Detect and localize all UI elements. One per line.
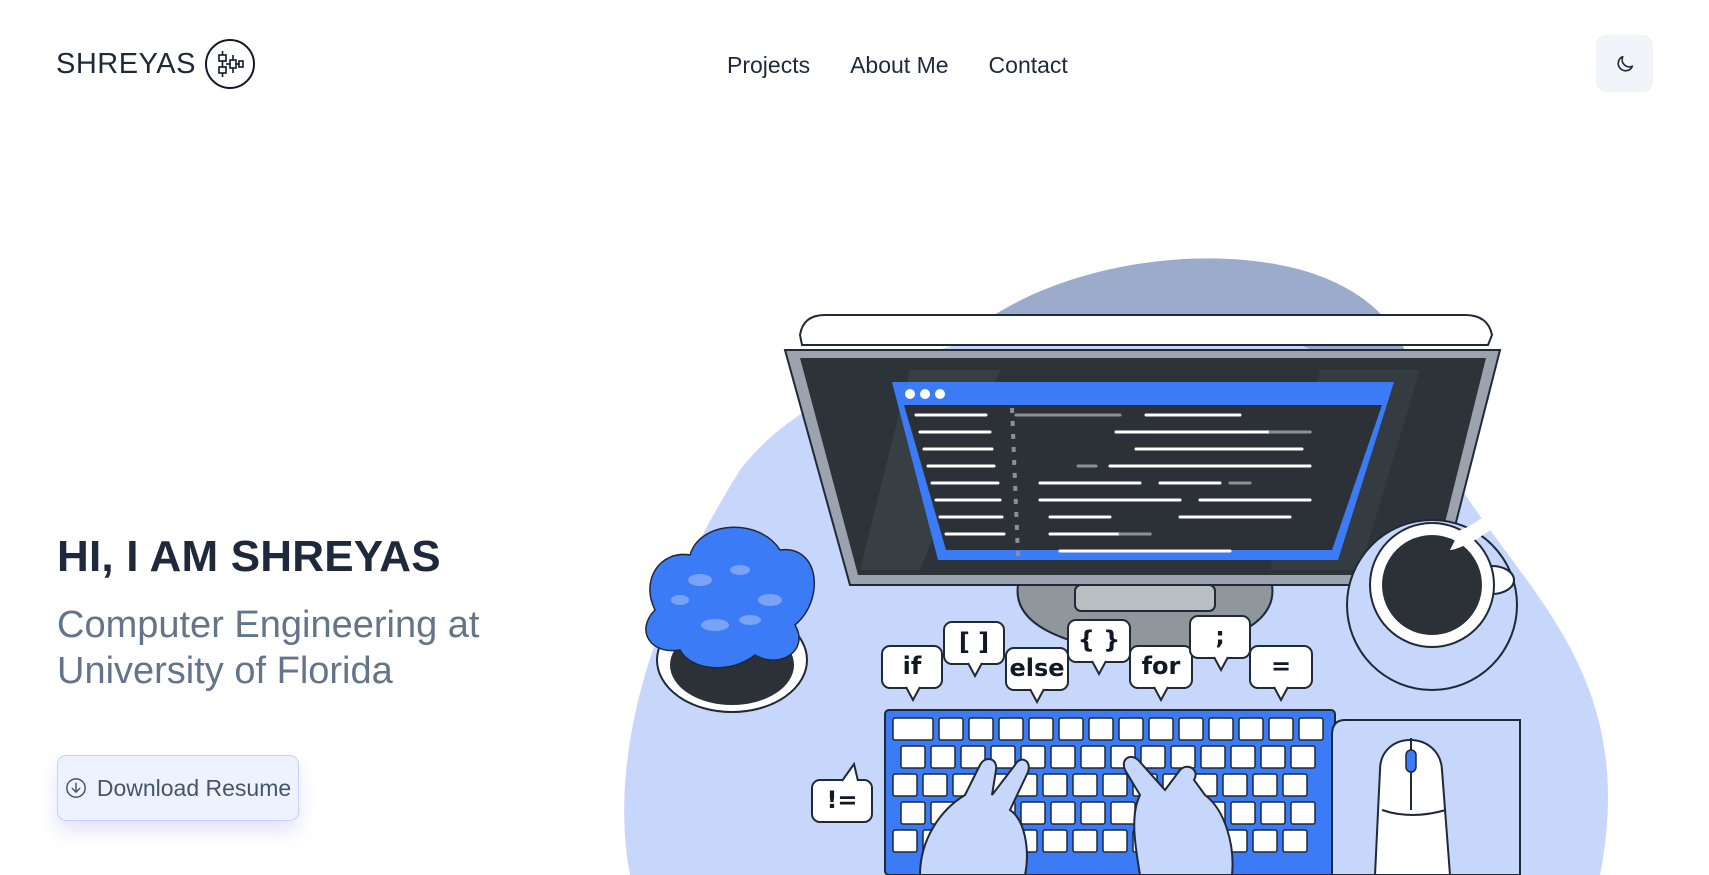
nav-projects[interactable]: Projects <box>727 52 810 79</box>
svg-text:!=: != <box>826 786 857 814</box>
plant-pot <box>645 526 816 713</box>
nav-contact[interactable]: Contact <box>989 52 1068 79</box>
nav-about-me[interactable]: About Me <box>850 52 948 79</box>
circuit-logo-icon <box>204 39 255 89</box>
svg-text:[ ]: [ ] <box>959 628 989 656</box>
download-resume-label: Download Resume <box>96 774 292 801</box>
developer-desk-illustration: if [ ] else { } for ; = != <box>624 258 1608 875</box>
svg-text:;: ; <box>1215 622 1225 650</box>
hero-subtitle: Computer Engineering at University of Fl… <box>57 602 577 694</box>
svg-text:else: else <box>1009 654 1064 682</box>
svg-text:{ }: { } <box>1078 626 1121 654</box>
moon-icon <box>1616 55 1633 72</box>
mouse <box>1331 719 1521 875</box>
hero-subtitle-line1: Computer Engineering at <box>57 604 480 646</box>
download-resume-button[interactable]: Download Resume <box>57 755 299 821</box>
brand-name: SHREYAS <box>56 47 196 80</box>
download-circle-icon <box>65 778 86 798</box>
hero-title: HI, I AM SHREYAS <box>57 532 441 581</box>
theme-toggle-button[interactable] <box>1596 35 1653 92</box>
svg-text:=: = <box>1271 652 1291 680</box>
page: SHREYAS Projects About Me Contact HI, I … <box>0 0 1709 875</box>
svg-text:if: if <box>903 652 922 680</box>
main-nav: Projects About Me Contact <box>727 52 1068 79</box>
svg-text:for: for <box>1142 652 1181 680</box>
brand[interactable]: SHREYAS <box>56 39 255 89</box>
hero-subtitle-line2: University of Florida <box>57 650 393 692</box>
